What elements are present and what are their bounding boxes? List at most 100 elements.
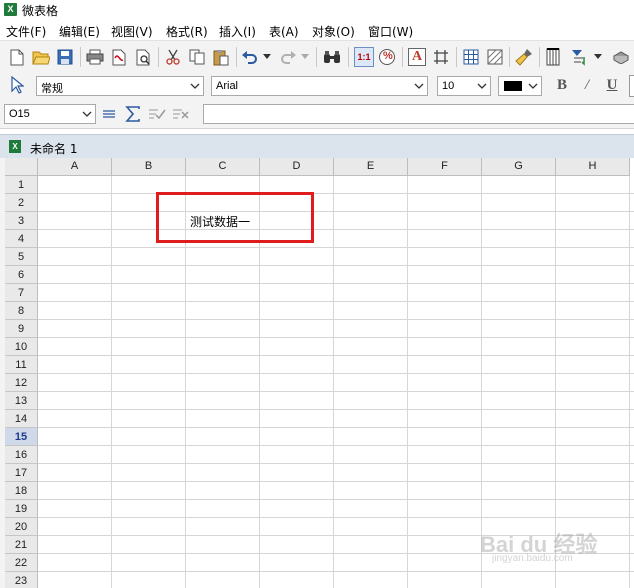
row-header-5[interactable]: 5 bbox=[5, 248, 38, 266]
cell-reference-box[interactable]: O15 bbox=[4, 104, 96, 124]
document-title-bar: X 未命名 1 bbox=[0, 134, 634, 159]
spreadsheet-grid: ABCDEFGH 1 2 3 4 5 6 7 8 9 10 11 12 13 14 15 16 17 18 19 20… bbox=[0, 158, 634, 588]
redo-dropdown-icon[interactable] bbox=[300, 48, 310, 66]
chevron-down-icon bbox=[477, 83, 487, 89]
font-family-select[interactable]: Arial bbox=[211, 76, 428, 96]
column-header-e[interactable]: E bbox=[334, 158, 408, 176]
row-header-14[interactable]: 14 bbox=[5, 410, 38, 428]
row-header-17[interactable]: 17 bbox=[5, 464, 38, 482]
column-header-h[interactable]: H bbox=[556, 158, 630, 176]
row-header-6[interactable]: 6 bbox=[5, 266, 38, 284]
row-header-22[interactable]: 22 bbox=[5, 554, 38, 572]
window-title: 微表格 bbox=[22, 4, 59, 18]
menu-window[interactable]: 窗口(W) bbox=[368, 23, 413, 40]
row-header-9[interactable]: 9 bbox=[5, 320, 38, 338]
row-header-23[interactable]: 23 bbox=[5, 572, 38, 588]
column-header-a[interactable]: A bbox=[38, 158, 112, 176]
accept-icon[interactable] bbox=[148, 105, 166, 123]
menu-bar: 文件(F) 编辑(E) 视图(V) 格式(R) 插入(I) 表(A) 对象(O)… bbox=[0, 20, 634, 40]
sort-icon[interactable] bbox=[570, 48, 588, 66]
export-pdf-icon[interactable] bbox=[110, 48, 128, 66]
highlight-box bbox=[156, 192, 314, 243]
document-name: 未命名 1 bbox=[30, 142, 78, 156]
cut-icon[interactable] bbox=[164, 48, 182, 66]
format-toolbar: 常规 Arial 10 bbox=[0, 72, 634, 100]
cell-reference-value: O15 bbox=[9, 108, 30, 120]
column-header-b[interactable]: B bbox=[112, 158, 186, 176]
row-header-19[interactable]: 19 bbox=[5, 500, 38, 518]
menu-object[interactable]: 对象(O) bbox=[312, 23, 355, 40]
row-header-20[interactable]: 20 bbox=[5, 518, 38, 536]
zoom-1to1-icon[interactable]: 1:1 bbox=[354, 47, 374, 67]
row-header-12[interactable]: 12 bbox=[5, 374, 38, 392]
print-icon[interactable] bbox=[86, 48, 104, 66]
sort-dropdown-icon[interactable] bbox=[593, 48, 603, 66]
row-header-21[interactable]: 21 bbox=[5, 536, 38, 554]
chevron-down-icon bbox=[414, 83, 424, 89]
menu-edit[interactable]: 编辑(E) bbox=[59, 23, 100, 40]
equals-icon[interactable] bbox=[100, 105, 118, 123]
pattern-fill-icon[interactable] bbox=[486, 48, 504, 66]
menu-insert[interactable]: 插入(I) bbox=[219, 23, 256, 40]
spreadsheet-doc-icon: X bbox=[9, 140, 21, 153]
row-header-7[interactable]: 7 bbox=[5, 284, 38, 302]
percent-format-icon[interactable]: % bbox=[378, 48, 396, 66]
toolbar-overflow[interactable] bbox=[629, 75, 634, 97]
freeze-panes-icon[interactable] bbox=[544, 48, 562, 66]
text-color-icon[interactable]: A bbox=[408, 48, 426, 66]
row-header-3[interactable]: 3 bbox=[5, 212, 38, 230]
font-family-value: Arial bbox=[216, 80, 239, 92]
select-all-corner[interactable] bbox=[5, 158, 38, 176]
row-header-10[interactable]: 10 bbox=[5, 338, 38, 356]
chevron-down-icon bbox=[190, 83, 200, 89]
row-header-11[interactable]: 11 bbox=[5, 356, 38, 374]
underline-button[interactable]: U bbox=[603, 76, 621, 94]
watermark-url: jingyan.baidu.com bbox=[492, 553, 573, 564]
row-header-4[interactable]: 4 bbox=[5, 230, 38, 248]
column-header-c[interactable]: C bbox=[186, 158, 260, 176]
font-size-select[interactable]: 10 bbox=[437, 76, 491, 96]
row-header-1[interactable]: 1 bbox=[5, 176, 38, 194]
new-document-icon[interactable] bbox=[8, 48, 26, 66]
select-pointer-icon[interactable] bbox=[8, 76, 26, 94]
copy-icon[interactable] bbox=[188, 48, 206, 66]
sum-icon[interactable] bbox=[124, 105, 142, 123]
print-preview-icon[interactable] bbox=[134, 48, 152, 66]
column-header-f[interactable]: F bbox=[408, 158, 482, 176]
column-header-g[interactable]: G bbox=[482, 158, 556, 176]
menu-table[interactable]: 表(A) bbox=[269, 23, 299, 40]
italic-button[interactable]: / bbox=[578, 76, 596, 94]
cell-style-select[interactable]: 常规 bbox=[36, 76, 204, 96]
bold-button[interactable]: B bbox=[553, 76, 571, 94]
menu-format[interactable]: 格式(R) bbox=[166, 23, 208, 40]
cancel-icon[interactable] bbox=[172, 105, 190, 123]
chevron-down-icon bbox=[82, 111, 92, 117]
title-bar: X 微表格 bbox=[0, 0, 634, 20]
menu-file[interactable]: 文件(F) bbox=[6, 23, 46, 40]
chevron-down-icon bbox=[528, 83, 538, 89]
menu-view[interactable]: 视图(V) bbox=[111, 23, 153, 40]
paste-icon[interactable] bbox=[212, 48, 230, 66]
find-icon[interactable] bbox=[323, 48, 341, 66]
undo-dropdown-icon[interactable] bbox=[262, 48, 272, 66]
row-header-16[interactable]: 16 bbox=[5, 446, 38, 464]
font-color-select[interactable] bbox=[498, 76, 542, 96]
save-icon[interactable] bbox=[56, 48, 74, 66]
object-icon[interactable] bbox=[612, 48, 630, 66]
cell-style-value: 常规 bbox=[41, 82, 63, 95]
row-header-15[interactable]: 15 bbox=[5, 428, 38, 446]
open-folder-icon[interactable] bbox=[32, 48, 50, 66]
row-header-18[interactable]: 18 bbox=[5, 482, 38, 500]
grid-icon[interactable] bbox=[462, 48, 480, 66]
main-toolbar: 1:1 % A bbox=[0, 40, 634, 73]
undo-icon[interactable] bbox=[241, 48, 259, 66]
clear-format-icon[interactable] bbox=[515, 48, 533, 66]
column-header-d[interactable]: D bbox=[260, 158, 334, 176]
redo-icon[interactable] bbox=[279, 48, 297, 66]
borders-icon[interactable] bbox=[432, 48, 450, 66]
row-header-2[interactable]: 2 bbox=[5, 194, 38, 212]
row-header-8[interactable]: 8 bbox=[5, 302, 38, 320]
formula-input[interactable] bbox=[203, 104, 634, 124]
row-header-13[interactable]: 13 bbox=[5, 392, 38, 410]
formula-bar: O15 bbox=[0, 100, 634, 129]
